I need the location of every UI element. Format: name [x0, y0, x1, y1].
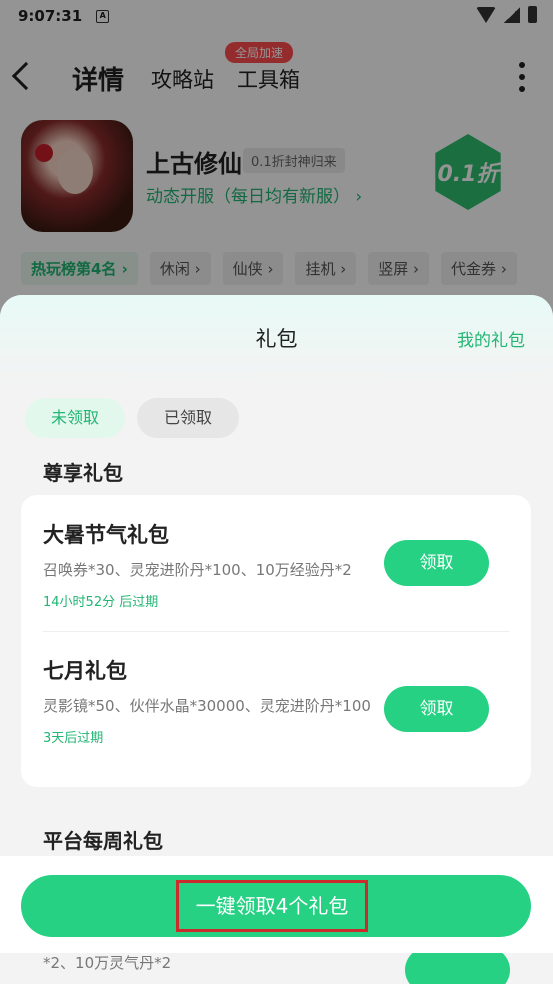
- claim-all-label: 一键领取4个礼包: [176, 880, 368, 932]
- bottom-action-bar: 一键领取4个礼包: [0, 856, 553, 953]
- claim-button[interactable]: 领取: [384, 540, 489, 586]
- gift-desc-partial: *2、10万灵气丹*2: [43, 954, 172, 972]
- section-title-exclusive: 尊享礼包: [43, 461, 123, 485]
- claim-button[interactable]: 领取: [384, 686, 489, 732]
- gift-desc: 灵影镜*50、伙伴水晶*30000、灵宠进阶丹*100: [43, 697, 371, 715]
- tab-claimed[interactable]: 已领取: [137, 398, 239, 438]
- gift-desc: 召唤券*30、灵宠进阶丹*100、10万经验丹*2: [43, 561, 352, 579]
- gift-name: 七月礼包: [43, 659, 127, 683]
- sheet-header: 礼包 我的礼包: [0, 295, 553, 385]
- claim-all-button[interactable]: 一键领取4个礼包: [21, 875, 531, 937]
- my-gifts-link[interactable]: 我的礼包: [457, 326, 525, 351]
- gift-expire: 14小时52分 后过期: [43, 595, 159, 610]
- gift-card: 大暑节气礼包 召唤券*30、灵宠进阶丹*100、10万经验丹*2 14小时52分…: [21, 495, 531, 787]
- gift-sheet: 礼包 我的礼包 未领取 已领取 尊享礼包 大暑节气礼包 召唤券*30、灵宠进阶丹…: [0, 295, 553, 984]
- divider: [43, 631, 509, 632]
- tab-unclaimed[interactable]: 未领取: [25, 398, 125, 438]
- section-title-weekly: 平台每周礼包: [43, 829, 163, 853]
